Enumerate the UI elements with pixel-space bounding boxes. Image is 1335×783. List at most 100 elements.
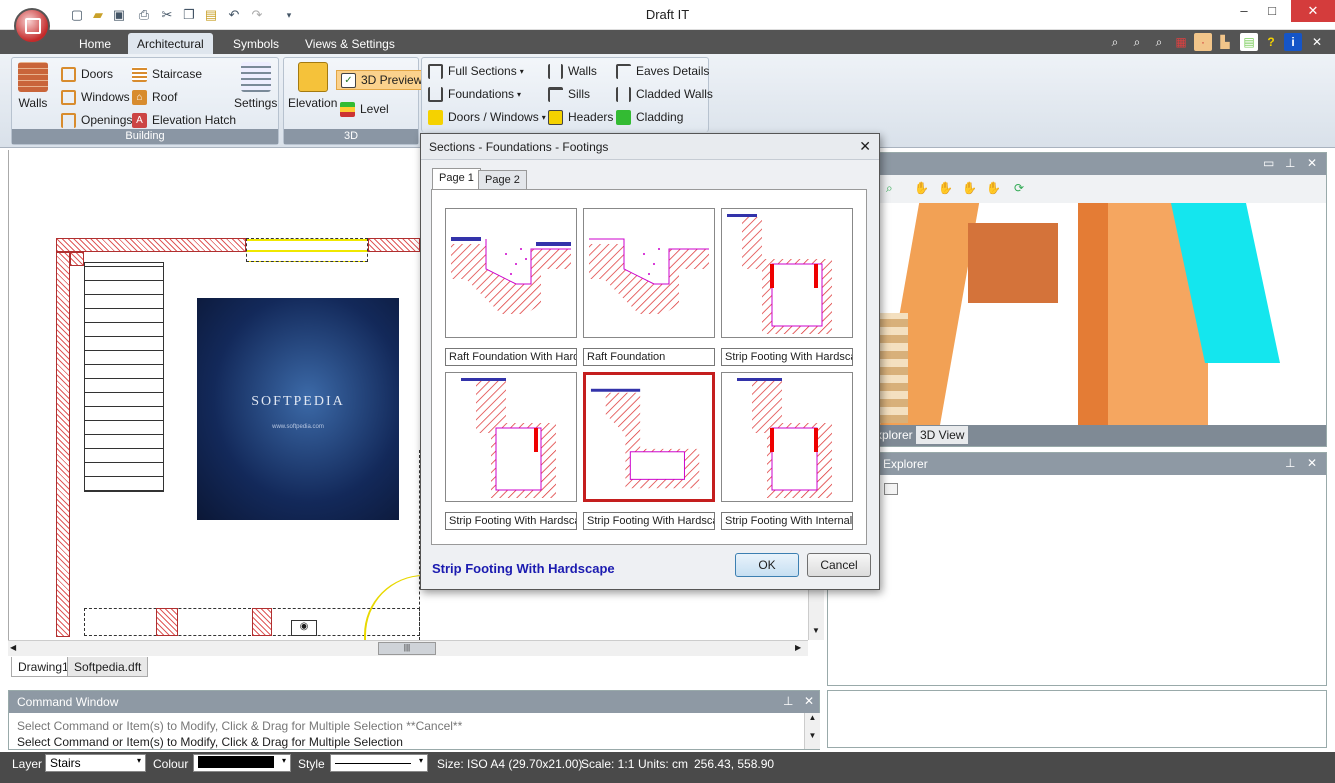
layer-select[interactable]: Stairs ▾ [45, 754, 146, 772]
elevation-hatch-label: Elevation Hatch [152, 113, 237, 127]
3d-viewport[interactable] [878, 203, 1326, 425]
pane-minimize-icon[interactable]: ▭ [1263, 156, 1274, 170]
doors-button[interactable]: Doors [61, 65, 113, 83]
snap-icon[interactable]: · [1194, 33, 1212, 51]
foundations-button[interactable]: Foundations ▾ [428, 85, 521, 103]
wall-corner[interactable] [70, 252, 84, 266]
footing-thumb-1[interactable] [445, 208, 577, 338]
zoom-window-icon[interactable]: ⌕ [1106, 33, 1124, 51]
elevation-button[interactable]: Elevation [288, 62, 337, 110]
cladding-button[interactable]: Cladding [616, 108, 683, 126]
explorer-folder-icon[interactable] [884, 483, 898, 495]
sills-button[interactable]: Sills [548, 85, 590, 103]
copy-icon[interactable]: ❐ [180, 6, 198, 24]
wall-top-left[interactable] [56, 238, 246, 252]
scroll-down-icon[interactable]: ▼ [812, 626, 820, 635]
level-button[interactable]: Level [340, 100, 389, 118]
full-sections-button[interactable]: Full Sections ▾ [428, 62, 524, 80]
wall-top-right[interactable] [368, 238, 420, 252]
footing-thumb-6[interactable] [721, 372, 853, 502]
style-select[interactable]: ▾ [330, 754, 428, 772]
headers-button[interactable]: Headers [548, 108, 613, 126]
canvas-horizontal-scrollbar[interactable]: ||| ◀ ▶ [8, 640, 808, 656]
camera-icon[interactable]: ◉ [291, 620, 317, 636]
doors-windows-button[interactable]: Doors / Windows ▾ [428, 108, 546, 126]
eaves-icon [616, 63, 631, 79]
wall-left[interactable] [56, 252, 70, 637]
3d-refresh-icon[interactable]: ⟳ [1014, 181, 1024, 195]
document-icon[interactable]: ▤ [1240, 33, 1258, 51]
pane-tab-explorer[interactable]: xplorer [876, 428, 913, 442]
pane-pin-icon[interactable]: ⊥ [1285, 156, 1295, 170]
door-swing[interactable] [364, 575, 424, 640]
ribbon-close-icon[interactable]: ✕ [1308, 33, 1326, 51]
walls-button[interactable]: Walls [18, 62, 48, 110]
zoom-in-icon[interactable]: ⌕ [1150, 33, 1168, 51]
command-scrollbar[interactable]: ▲ ▼ [804, 713, 820, 749]
explorer-pin-icon[interactable]: ⊥ [1285, 456, 1295, 470]
dialog-close-icon[interactable]: ✕ [859, 138, 871, 155]
pin-icon[interactable]: ⊥ [783, 694, 793, 708]
print-icon[interactable]: ⎙ [135, 6, 153, 24]
window-top[interactable] [246, 238, 368, 262]
cladded-walls-button[interactable]: Cladded Walls [616, 85, 713, 103]
tab-symbols[interactable]: Symbols [224, 33, 288, 54]
redo-icon[interactable]: ↷ [248, 6, 266, 24]
openings-button[interactable]: Openings [61, 111, 132, 129]
tab-views-settings[interactable]: Views & Settings [296, 33, 404, 54]
ortho-icon[interactable]: ▙ [1216, 33, 1234, 51]
save-icon[interactable]: ▣ [110, 6, 128, 24]
watermark-url: www.softpedia.com [272, 424, 324, 430]
elevation-hatch-button[interactable]: A Elevation Hatch [132, 111, 236, 129]
3d-rotate-right-icon[interactable]: ✋ [986, 181, 1001, 195]
pane-tab-3d-view[interactable]: 3D View [916, 426, 969, 444]
3d-rotate-down-icon[interactable]: ✋ [962, 181, 977, 195]
footing-thumb-4[interactable] [445, 372, 577, 502]
pillar-2[interactable] [252, 608, 272, 636]
3d-rotate-up-icon[interactable]: ✋ [938, 181, 953, 195]
qa-dropdown-icon[interactable]: ▾ [280, 6, 298, 24]
grid-icon[interactable]: ▦ [1172, 33, 1190, 51]
roof-button[interactable]: ⌂ Roof [132, 88, 177, 106]
zoom-out-icon[interactable]: ⌕ [1128, 33, 1146, 51]
command-close-icon[interactable]: ✕ [804, 694, 814, 708]
explorer-close-icon[interactable]: ✕ [1307, 456, 1317, 470]
close-button[interactable]: ✕ [1291, 0, 1335, 22]
building-settings-button[interactable]: Settings [234, 62, 277, 110]
open-icon[interactable]: ▰ [89, 6, 107, 24]
help-icon[interactable]: ? [1262, 33, 1280, 51]
cancel-button[interactable]: Cancel [807, 553, 871, 577]
tab-home[interactable]: Home [70, 33, 120, 54]
pane-close-icon[interactable]: ✕ [1307, 156, 1317, 170]
footing-thumb-2[interactable] [583, 208, 715, 338]
colour-select[interactable]: ▾ [193, 754, 291, 772]
ok-button[interactable]: OK [735, 553, 799, 577]
pillar-1[interactable] [156, 608, 178, 636]
doc-tab-softpedia[interactable]: Softpedia.dft [67, 657, 149, 677]
paste-icon[interactable]: ▤ [202, 6, 220, 24]
maximize-button[interactable]: □ [1258, 0, 1286, 22]
windows-button[interactable]: Windows [61, 88, 130, 106]
undo-icon[interactable]: ↶ [225, 6, 243, 24]
doc-tab-drawing1[interactable]: Drawing1 [11, 657, 76, 677]
cut-icon[interactable]: ✂ [158, 6, 176, 24]
3d-preview-toggle[interactable]: ✓ 3D Preview [336, 70, 428, 90]
footing-thumb-3[interactable] [721, 208, 853, 338]
info-icon[interactable]: i [1284, 33, 1302, 51]
3d-zoom-icon[interactable]: ⌕ [886, 181, 893, 196]
dialog-tab-page1[interactable]: Page 1 [432, 168, 481, 190]
eaves-details-button[interactable]: Eaves Details [616, 62, 709, 80]
section-walls-button[interactable]: Walls [548, 62, 597, 80]
tab-architectural[interactable]: Architectural [128, 33, 213, 54]
hscroll-thumb[interactable]: ||| [378, 642, 436, 655]
scroll-right-icon[interactable]: ▶ [795, 643, 801, 652]
3d-rotate-left-icon[interactable]: ✋ [914, 181, 929, 195]
scroll-left-icon[interactable]: ◀ [10, 643, 16, 652]
staircase-drawing[interactable] [84, 262, 164, 492]
minimize-button[interactable]: – [1230, 0, 1258, 22]
staircase-button[interactable]: Staircase [132, 65, 202, 83]
application-button[interactable] [14, 8, 50, 44]
footing-thumb-5[interactable] [583, 372, 715, 502]
new-icon[interactable]: ▢ [68, 6, 86, 24]
dialog-tab-page2[interactable]: Page 2 [478, 170, 527, 190]
